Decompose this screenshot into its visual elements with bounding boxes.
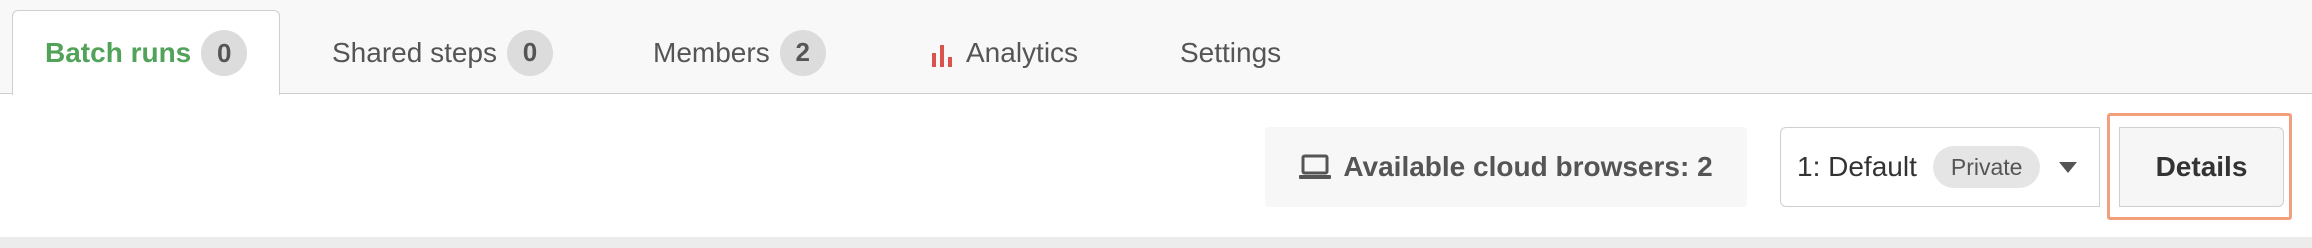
tab-shared-steps[interactable]: Shared steps 0 — [332, 10, 553, 95]
environment-value: 1: Default — [1797, 151, 1917, 182]
environment-private-badge: Private — [1932, 146, 2041, 188]
environment-select[interactable]: 1: Default Private — [1780, 127, 2100, 207]
available-browsers-label: Available cloud browsers: 2 — [1343, 151, 1713, 182]
tab-bar: Batch runs 0 Shared steps 0 Members 2 An… — [0, 0, 2312, 95]
tab-settings-label: Settings — [1180, 36, 1282, 68]
tab-analytics[interactable]: Analytics — [930, 10, 1078, 95]
bar-chart-icon — [932, 44, 952, 67]
tab-analytics-label: Analytics — [966, 36, 1079, 68]
chevron-down-icon — [2059, 162, 2077, 173]
tab-batch-runs-label: Batch runs — [45, 37, 192, 68]
shared-steps-count-badge: 0 — [507, 29, 553, 76]
batch-runs-count-badge: 0 — [201, 30, 248, 76]
tab-shared-steps-label: Shared steps — [332, 36, 497, 68]
laptop-icon — [1299, 154, 1332, 179]
tab-members[interactable]: Members 2 — [653, 10, 826, 95]
content-divider — [0, 237, 2312, 248]
details-button[interactable]: Details — [2119, 127, 2284, 207]
tab-settings[interactable]: Settings — [1180, 10, 1281, 95]
tab-members-label: Members — [653, 36, 770, 68]
tab-batch-runs[interactable]: Batch runs 0 — [12, 10, 281, 95]
members-count-badge: 2 — [779, 29, 826, 76]
available-browsers-indicator: Available cloud browsers: 2 — [1265, 127, 1747, 207]
